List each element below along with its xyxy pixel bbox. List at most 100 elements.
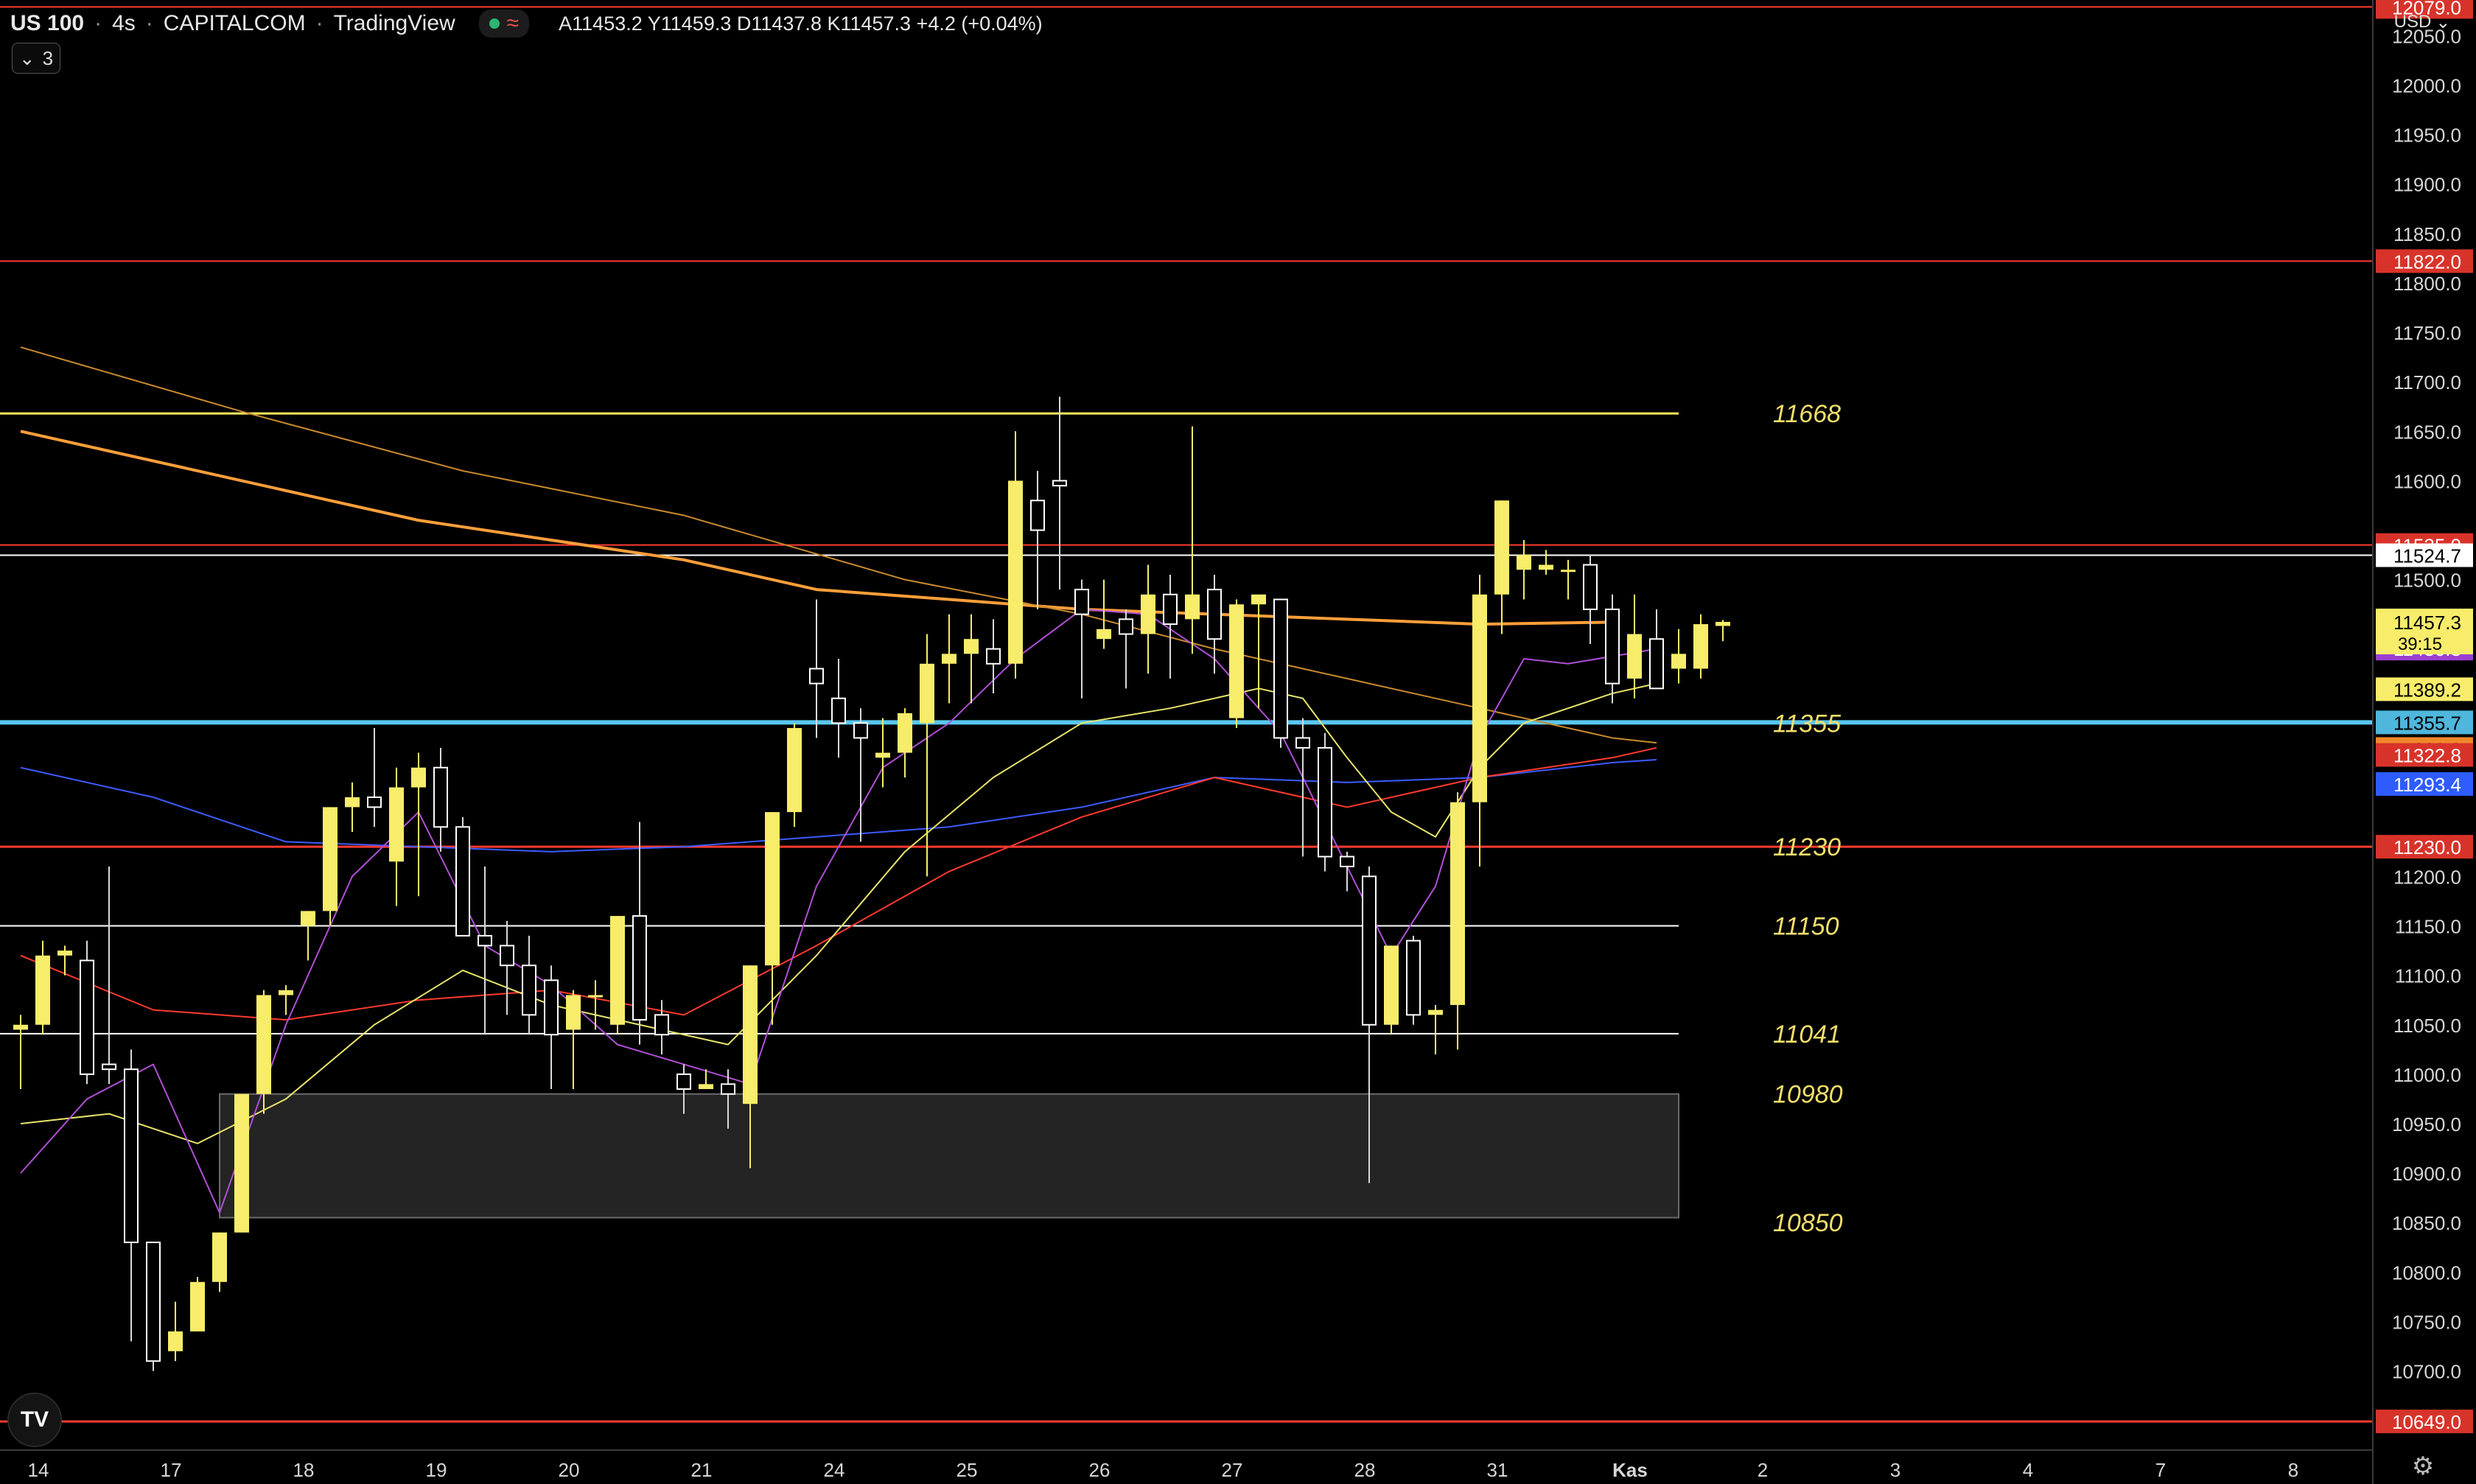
- level-price-badge: 10649.0: [2376, 1410, 2473, 1434]
- candle: [809, 599, 824, 738]
- candle-body: [765, 812, 780, 966]
- candle-body: [212, 1232, 227, 1282]
- candle: [1030, 470, 1045, 609]
- candle-body: [1406, 939, 1421, 1016]
- price-tick-label: 12000.0: [2392, 74, 2461, 97]
- candle: [1716, 620, 1730, 642]
- market-status-pill[interactable]: ≈: [478, 10, 530, 38]
- candle-body: [632, 915, 647, 1021]
- candle: [610, 916, 625, 1035]
- price-tick-label: 11000.0: [2393, 1064, 2461, 1086]
- symbol-name[interactable]: US 100: [10, 11, 84, 36]
- time-tick-label: 14: [28, 1459, 49, 1481]
- level-label: 11041: [1773, 1021, 1841, 1049]
- candle: [168, 1301, 183, 1362]
- candle-body: [522, 965, 536, 1016]
- candle: [1008, 431, 1023, 679]
- candle: [1539, 550, 1553, 575]
- indicator-price-badge-text: 11389.2: [2393, 679, 2461, 701]
- time-tick-label: Kas: [1612, 1459, 1648, 1481]
- separator-dot: ·: [145, 11, 153, 35]
- candle: [1074, 579, 1089, 699]
- time-tick-label: 4: [2023, 1459, 2033, 1481]
- candle-body: [35, 955, 50, 1025]
- candle-body: [1450, 802, 1465, 1005]
- candle: [1583, 555, 1598, 644]
- candle: [1185, 426, 1200, 654]
- level-label: 11230: [1773, 833, 1841, 861]
- candle: [566, 990, 581, 1090]
- level-price-badge-text: 11822.0: [2393, 251, 2461, 273]
- candle-body: [699, 1084, 713, 1090]
- candle-body: [1052, 480, 1067, 487]
- candle-body: [1605, 608, 1620, 685]
- candle-body: [898, 713, 912, 753]
- candle: [522, 935, 536, 1035]
- candle-body: [1362, 875, 1377, 1026]
- currency-label: USD: [2393, 12, 2432, 32]
- candle-body: [1561, 570, 1576, 573]
- candle-body: [1716, 621, 1730, 626]
- candle: [1141, 564, 1155, 674]
- level-price-badge-text: 11355.7: [2393, 712, 2461, 734]
- candle-body: [234, 1093, 249, 1233]
- last-price-badge: 11457.339:15: [2376, 608, 2473, 654]
- candle-body: [721, 1083, 735, 1095]
- level-label: 11150: [1773, 913, 1839, 941]
- candle: [942, 614, 957, 704]
- candle: [898, 708, 912, 778]
- chevron-down-icon: ⌄: [18, 46, 35, 69]
- candle-body: [544, 979, 559, 1036]
- price-tick-label: 11100.0: [2395, 965, 2461, 987]
- gear-icon[interactable]: ⚙: [2410, 1453, 2436, 1480]
- candle-body: [920, 663, 934, 724]
- candle-body: [1008, 480, 1023, 664]
- time-tick-label: 27: [1222, 1459, 1243, 1481]
- candle-body: [1649, 638, 1664, 690]
- candle: [920, 634, 934, 877]
- candle-body: [610, 916, 625, 1025]
- tradingview-logo-icon[interactable]: TV: [7, 1393, 62, 1447]
- candle-body: [875, 752, 890, 758]
- candle: [831, 659, 846, 758]
- candle-body: [743, 965, 758, 1105]
- price-tick-label: 11050.0: [2393, 1015, 2461, 1037]
- indicator-toggle-button[interactable]: ⌄ 3: [12, 43, 60, 74]
- price-chart[interactable]: 1166811150110411135511230109801085012050…: [0, 0, 2476, 1484]
- indicator-price-badge: 11389.2: [2376, 677, 2473, 701]
- price-tick-label: 10800.0: [2392, 1261, 2461, 1284]
- candle: [1406, 935, 1421, 1025]
- platform-label: TradingView: [333, 11, 455, 35]
- indicator-price-badge-text: 11293.4: [2393, 774, 2461, 796]
- candle: [124, 1049, 139, 1342]
- candle-body: [478, 934, 492, 947]
- candle: [389, 767, 404, 906]
- candle: [146, 1242, 161, 1371]
- candle-body: [588, 995, 603, 998]
- candle-body: [1141, 594, 1155, 634]
- price-tick-label: 11650.0: [2393, 421, 2461, 443]
- candle-body: [654, 1014, 669, 1036]
- candle-body: [124, 1068, 139, 1244]
- indicator-price-badge: 11293.4: [2376, 772, 2473, 797]
- candle: [1428, 1004, 1443, 1055]
- level-price-badge-text: 11524.7: [2393, 545, 2461, 567]
- ohlc-readout: A11453.2 Y11459.3 D11437.8 K11457.3 +4.2…: [559, 12, 1043, 35]
- price-tick-label: 11150.0: [2395, 916, 2461, 938]
- candle: [787, 723, 802, 827]
- interval-label[interactable]: 4s: [112, 11, 136, 36]
- level-label: 11668: [1773, 400, 1841, 428]
- time-tick-label: 19: [426, 1459, 447, 1481]
- candle-body: [1207, 589, 1222, 640]
- level-price-badge-text: 10649.0: [2392, 1411, 2461, 1433]
- candle-body: [1671, 654, 1686, 669]
- indicator-price-badge: 11322.8: [2376, 743, 2473, 767]
- moving-average-line: [20, 430, 1613, 626]
- candle: [964, 614, 979, 704]
- currency-selector[interactable]: USD ⌄: [2382, 7, 2463, 37]
- price-tick-label: 11800.0: [2393, 273, 2461, 295]
- candle: [323, 807, 338, 926]
- candle: [301, 911, 315, 961]
- candle: [367, 728, 382, 827]
- price-tick-label: 10850.0: [2392, 1212, 2461, 1234]
